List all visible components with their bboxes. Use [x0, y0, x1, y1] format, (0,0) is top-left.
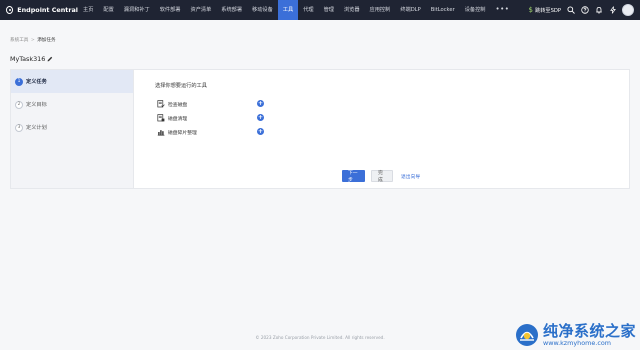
breadcrumb-parent-link[interactable]: 系统工具	[10, 38, 28, 43]
watermark-logo-icon	[515, 324, 538, 346]
tool-selection-panel: 选择你想要运行的工具 检查磁盘 + 磁盘清理 + 磁盘碎片整理 +	[155, 82, 265, 139]
step-define-task[interactable]: 1 定义任务	[11, 70, 133, 93]
wizard-steps: 1 定义任务 2 定义目标 3 定义计划	[11, 70, 134, 188]
sdp-icon: $	[528, 5, 534, 14]
brand-name: Endpoint Central	[17, 6, 78, 14]
add-disk-cleanup-button[interactable]: +	[257, 114, 264, 121]
brand-logo-icon	[6, 6, 14, 14]
step-label: 定义计划	[26, 125, 47, 131]
task-name: MyTask316	[10, 55, 46, 63]
add-defrag-button[interactable]: +	[257, 128, 264, 135]
task-title: MyTask316	[10, 55, 53, 63]
nav-item-inventory[interactable]: 资产清单	[186, 0, 217, 20]
nav-item-software-deployment[interactable]: 软件部署	[155, 0, 186, 20]
exit-wizard-link[interactable]: 退出向导	[399, 170, 422, 182]
nav-item-agent[interactable]: 代理	[298, 0, 318, 20]
nav-item-device-control[interactable]: 设备控制	[460, 0, 491, 20]
nav-more-icon[interactable]: •••	[490, 0, 514, 20]
tool-row-check-disk: 检查磁盘 +	[155, 97, 265, 111]
step-label: 定义任务	[26, 79, 47, 85]
nav-item-tools[interactable]: 工具	[277, 0, 299, 20]
step-define-target[interactable]: 2 定义目标	[11, 93, 133, 116]
nav-item-admin[interactable]: 管理	[319, 0, 339, 20]
nav-item-endpoint-dlp[interactable]: 终端DLP	[395, 0, 425, 20]
step-label: 定义目标	[26, 102, 47, 108]
next-button[interactable]: 下一步	[342, 170, 365, 183]
search-icon[interactable]	[566, 6, 575, 15]
watermark-text: 纯净系统之家 www.kzmyhome.com	[543, 323, 636, 347]
tool-label: 检查磁盘	[168, 102, 188, 108]
step-number: 1	[15, 77, 23, 86]
nav-item-threats-patches[interactable]: 漏洞和补丁	[119, 0, 155, 20]
defrag-icon	[157, 130, 165, 136]
user-avatar[interactable]	[622, 4, 634, 16]
disk-cleanup-icon	[157, 114, 165, 122]
watermark-url: www.kzmyhome.com	[542, 339, 611, 347]
disk-check-icon	[157, 100, 165, 108]
tool-label: 磁盘碎片整理	[168, 130, 197, 136]
nav-item-app-control[interactable]: 应用控制	[365, 0, 396, 20]
jump-to-sdp-link[interactable]: $ 跳转至SDP	[528, 5, 561, 14]
step-define-schedule[interactable]: 3 定义计划	[11, 116, 133, 139]
wizard-card: 1 定义任务 2 定义目标 3 定义计划 选择你想要运行的工具 检查磁盘 + 磁…	[10, 69, 630, 189]
step-number: 3	[15, 123, 23, 132]
watermark-title: 纯净系统之家	[542, 322, 636, 340]
tool-list: 检查磁盘 + 磁盘清理 + 磁盘碎片整理 +	[155, 97, 265, 139]
edit-pencil-icon[interactable]	[47, 56, 53, 62]
tool-selection-heading: 选择你想要运行的工具	[155, 83, 207, 89]
step-number: 2	[15, 100, 23, 109]
jump-to-sdp-label: 跳转至SDP	[535, 7, 561, 14]
main-nav: 主页 配置 漏洞和补丁 软件部署 资产清单 系统部署 移动设备 工具 代理 管理…	[78, 0, 514, 20]
brand[interactable]: Endpoint Central	[0, 0, 78, 20]
breadcrumb: 系统工具 > 添加任务	[10, 37, 56, 43]
nav-item-configurations[interactable]: 配置	[98, 0, 118, 20]
quick-action-bolt-icon[interactable]	[608, 6, 617, 15]
breadcrumb-separator: >	[30, 38, 35, 43]
top-right-tools: $ 跳转至SDP	[529, 0, 634, 20]
notification-bell-icon[interactable]	[594, 6, 603, 15]
tool-row-defrag: 磁盘碎片整理 +	[155, 125, 265, 139]
tool-label: 磁盘清理	[168, 116, 188, 122]
add-check-disk-button[interactable]: +	[257, 100, 264, 107]
nav-item-os-deployment[interactable]: 系统部署	[216, 0, 247, 20]
site-watermark: 纯净系统之家 www.kzmyhome.com	[515, 323, 636, 347]
top-nav-bar: Endpoint Central 主页 配置 漏洞和补丁 软件部署 资产清单 系…	[0, 0, 640, 20]
wizard-actions: 下一步 完成 退出向导	[342, 170, 422, 183]
nav-item-bitlocker[interactable]: BitLocker	[426, 0, 460, 20]
nav-item-home[interactable]: 主页	[78, 0, 98, 20]
nav-item-browsers[interactable]: 浏览器	[339, 0, 365, 20]
finish-button[interactable]: 完成	[371, 170, 393, 183]
tool-row-disk-cleanup: 磁盘清理 +	[155, 111, 265, 125]
nav-item-mobile-devices[interactable]: 移动设备	[247, 0, 278, 20]
breadcrumb-current: 添加任务	[37, 38, 56, 43]
help-icon[interactable]	[580, 6, 589, 15]
